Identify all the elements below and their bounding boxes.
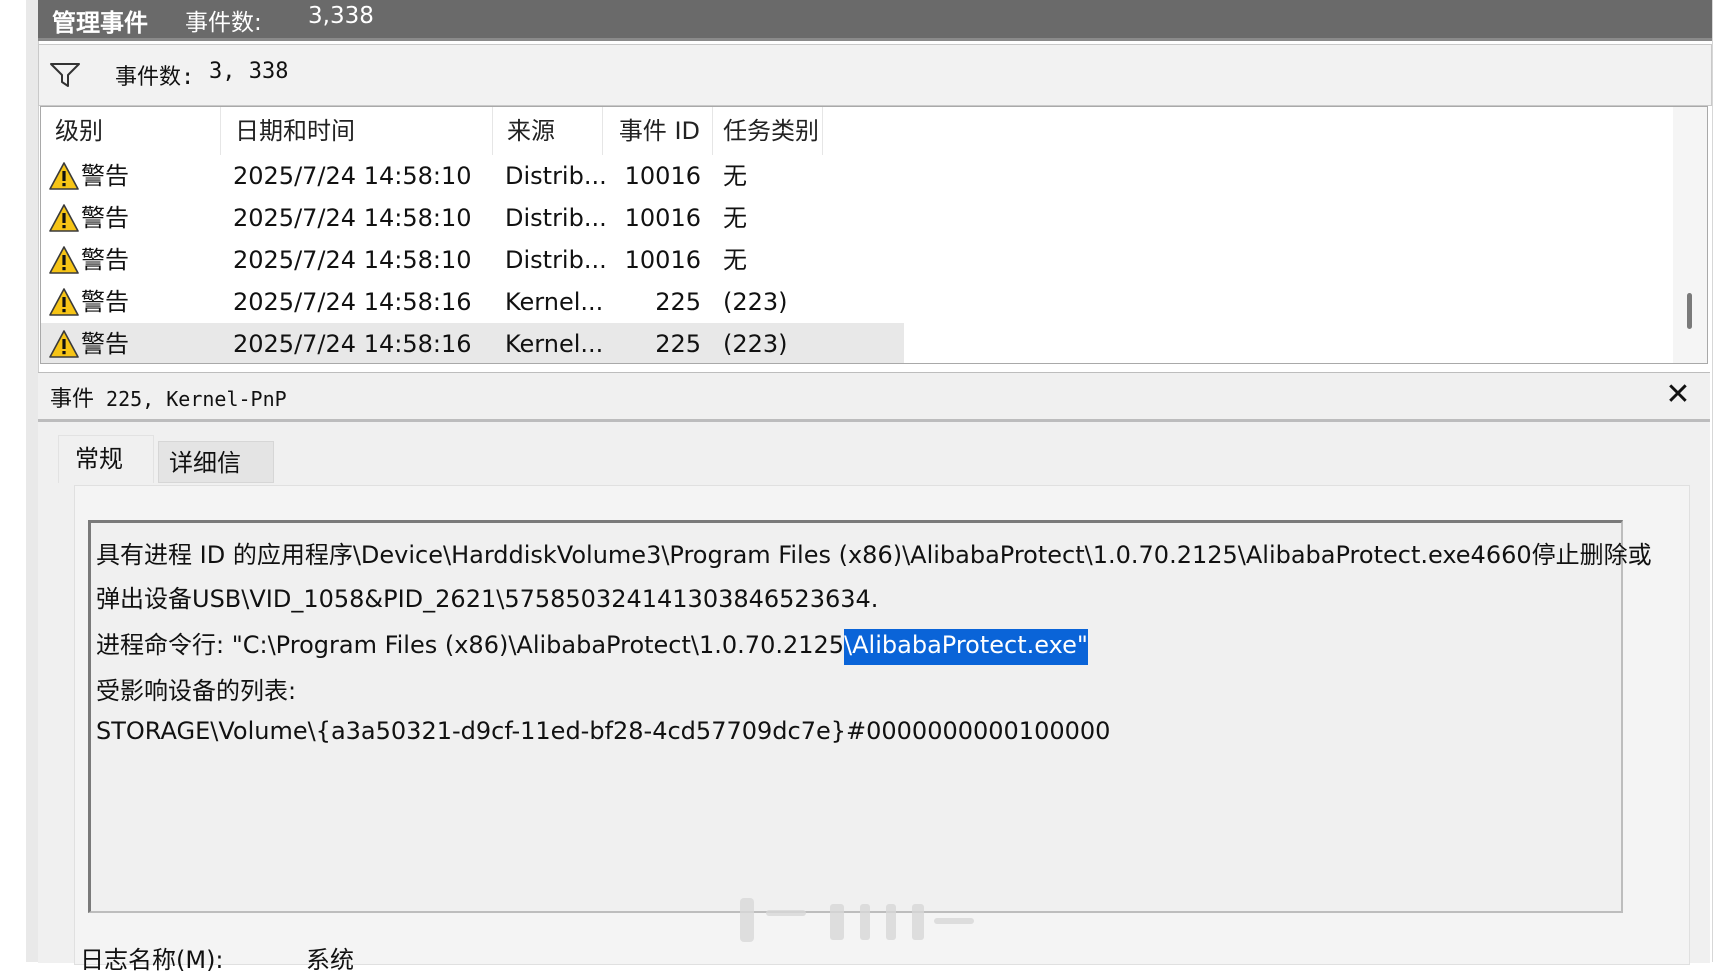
cell-event-id: 225 [655,330,701,358]
cell-datetime: 2025/7/24 14:58:16 [233,288,472,316]
filter-icon[interactable] [49,61,81,89]
column-header-source[interactable]: 来源 [493,107,603,155]
table-row[interactable]: 警告 2025/7/24 14:58:16 Kernel... 225 (223) [41,281,904,323]
cell-task-category: 无 [723,204,747,232]
event-viewer-window: 管理事件 事件数: 3,338 事件数: 3, 338 级别 日期和时间 ^ 来… [0,0,1728,974]
description-line-4: 受影响设备的列表: [96,677,297,705]
event-list-scrollbar[interactable] [1673,107,1707,363]
table-row[interactable]: 警告 2025/7/24 14:58:10 Distrib... 10016 无 [41,239,904,281]
event-count-label: 事件数: [185,10,262,36]
warning-icon [49,246,79,274]
column-header-level[interactable]: 级别 [41,107,221,155]
table-row[interactable]: 警告 2025/7/24 14:58:16 Kernel... 225 (223) [41,323,904,363]
sort-ascending-icon: ^ [387,107,402,116]
cell-event-id: 10016 [624,246,701,274]
watermark [720,888,1020,948]
title-bar: 管理事件 事件数: 3,338 [38,0,1712,41]
cell-datetime: 2025/7/24 14:58:10 [233,246,472,274]
event-list: 级别 日期和时间 ^ 来源 事件 ID 任务类别 警告 2025/7/24 14:… [40,106,1708,364]
warning-icon [49,162,79,190]
column-header-datetime[interactable]: 日期和时间 [221,107,493,155]
table-row[interactable]: 警告 2025/7/24 14:58:10 Distrib... 10016 无 [41,197,904,239]
cell-source: Distrib... [505,246,607,274]
cell-level: 警告 [81,246,129,274]
selected-text: \AlibabaProtect.exe" [844,629,1088,665]
filter-count-label: 事件数: [115,65,195,90]
column-header-label: 任务类别 [723,117,819,145]
description-line-3: 进程命令行: "C:\Program Files (x86)\AlibabaPr… [96,625,1088,665]
filter-bar: 事件数: 3, 338 [38,44,1712,106]
cell-datetime: 2025/7/24 14:58:16 [233,330,472,358]
cell-level: 警告 [81,288,129,316]
close-icon[interactable]: ✕ [1660,375,1696,415]
description-line-5: STORAGE\Volume\{a3a50321-d9cf-11ed-bf28-… [96,717,1111,745]
column-header-task-category[interactable]: 任务类别 [713,107,823,155]
column-header-label: 事件 ID [618,117,700,145]
log-name-value: 系统 [306,946,354,974]
left-gutter [0,0,26,962]
cell-task-category: (223) [723,330,788,358]
cell-task-category: 无 [723,246,747,274]
event-detail-header: 事件 225, Kernel-PnP ✕ [38,373,1710,422]
column-header-event-id[interactable]: 事件 ID [603,107,713,155]
cell-event-id: 225 [655,288,701,316]
cell-level: 警告 [81,162,129,190]
log-name-label: 日志名称(M): [80,946,224,974]
cell-datetime: 2025/7/24 14:58:10 [233,204,472,232]
description-command-line: 进程命令行: "C:\Program Files (x86)\AlibabaPr… [96,631,845,659]
cell-event-id: 10016 [624,162,701,190]
column-header-label: 级别 [55,117,103,145]
cell-task-category: 无 [723,162,747,190]
warning-icon [49,288,79,316]
event-detail-title-source: 225, Kernel-PnP [94,387,287,411]
tab-general[interactable]: 常规 [58,435,154,483]
column-header-label: 来源 [507,117,555,145]
description-line-2: 弹出设备USB\VID_1058&PID_2621\57585032414130… [96,585,879,613]
cell-source: Distrib... [505,162,607,190]
cell-source: Distrib... [505,204,607,232]
cell-event-id: 10016 [624,204,701,232]
description-line-1: 具有进程 ID 的应用程序\Device\HarddiskVolume3\Pro… [96,541,1652,569]
page-title: 管理事件 [52,9,148,37]
event-description[interactable]: 具有进程 ID 的应用程序\Device\HarddiskVolume3\Pro… [88,520,1652,913]
right-scrollbar-edge[interactable] [1712,0,1728,962]
table-row[interactable]: 警告 2025/7/24 14:58:10 Distrib... 10016 无 [41,155,904,197]
cell-source: Kernel... [505,288,604,316]
tab-details[interactable]: 详细信息 [158,441,274,519]
filter-count-value: 3, 338 [209,59,289,84]
cell-level: 警告 [81,330,129,358]
detail-tabs: 常规 详细信息 [58,435,1698,519]
event-detail-title-prefix: 事件 [50,387,95,412]
scrollbar-thumb[interactable] [1687,293,1692,329]
warning-icon [49,330,79,358]
cell-level: 警告 [81,204,129,232]
cell-datetime: 2025/7/24 14:58:10 [233,162,472,190]
warning-icon [49,204,79,232]
event-list-header: 级别 日期和时间 ^ 来源 事件 ID 任务类别 [41,107,904,155]
event-count: 3,338 [308,3,374,29]
cell-task-category: (223) [723,288,788,316]
column-header-label: 日期和时间 [235,117,355,145]
cell-source: Kernel... [505,330,604,358]
event-detail-title: 事件 225, Kernel-PnP [50,381,287,413]
